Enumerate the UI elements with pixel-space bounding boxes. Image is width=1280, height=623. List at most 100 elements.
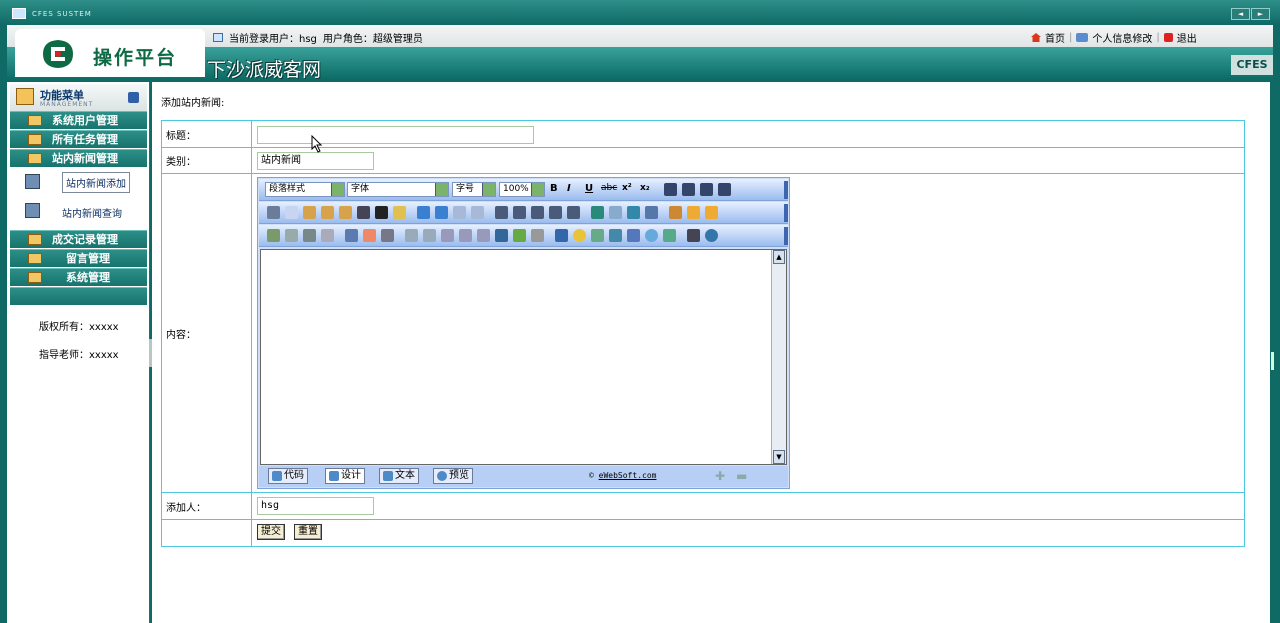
title-input[interactable] — [257, 126, 534, 144]
time-icon[interactable] — [645, 229, 658, 242]
link-icon[interactable] — [477, 229, 490, 242]
import-word-icon[interactable] — [663, 229, 676, 242]
ordered-list-icon[interactable] — [495, 206, 508, 219]
select-all-icon[interactable] — [453, 206, 466, 219]
editor-toolbar-2 — [259, 202, 788, 224]
hr-icon[interactable] — [441, 229, 454, 242]
underline-button[interactable]: U — [585, 183, 598, 196]
flash-icon[interactable] — [285, 229, 298, 242]
layer-icon[interactable] — [705, 206, 718, 219]
font-color-icon[interactable] — [627, 206, 640, 219]
indent-icon[interactable] — [531, 206, 544, 219]
special-char-icon[interactable] — [555, 229, 568, 242]
paragraph-style-select[interactable]: 段落样式 — [265, 182, 345, 197]
editor-scrollbar[interactable]: ▲ ▼ — [771, 250, 786, 464]
date-icon[interactable] — [627, 229, 640, 242]
reset-button[interactable]: 重置 — [294, 524, 322, 540]
profile-link[interactable]: 个人信息修改 — [1092, 30, 1152, 45]
unlink-icon[interactable] — [531, 229, 544, 242]
font-select[interactable]: 字体 — [347, 182, 449, 197]
about-icon[interactable] — [705, 229, 718, 242]
category-input[interactable]: 站内新闻 — [257, 152, 374, 170]
align-left-icon[interactable] — [664, 183, 677, 196]
attachment-icon[interactable] — [321, 229, 334, 242]
edit-profile-icon — [1076, 33, 1089, 42]
bg-color-icon[interactable] — [609, 206, 622, 219]
italic-button[interactable]: I — [567, 183, 580, 196]
zoom-select[interactable]: 100% — [499, 182, 545, 197]
style-icon[interactable] — [687, 206, 700, 219]
credit-link[interactable]: eWebSoft.com — [599, 471, 657, 480]
menu-transactions[interactable]: 成交记录管理 — [10, 230, 147, 248]
outdent-icon[interactable] — [549, 206, 562, 219]
menu-messages[interactable]: 留言管理 — [10, 249, 147, 267]
chevron-down-icon — [435, 183, 448, 196]
table-menu-icon[interactable] — [363, 229, 376, 242]
author-input[interactable]: hsg — [257, 497, 374, 515]
table-icon[interactable] — [345, 229, 358, 242]
scroll-down-icon[interactable]: ▼ — [773, 450, 785, 464]
fullscreen-icon[interactable] — [687, 229, 700, 242]
paste-text-icon[interactable] — [321, 206, 334, 219]
submit-button[interactable]: 提交 — [257, 524, 285, 540]
delete-icon[interactable] — [375, 206, 388, 219]
zoom-out-icon[interactable]: ▬ — [736, 469, 747, 483]
undo-icon[interactable] — [417, 206, 430, 219]
excel-icon[interactable] — [591, 229, 604, 242]
grid-icon[interactable] — [381, 229, 394, 242]
text-icon — [383, 471, 393, 481]
editor-toolbar-3 — [259, 225, 788, 247]
tab-code[interactable]: 代码 — [268, 468, 308, 484]
logout-link[interactable]: 退出 — [1177, 30, 1197, 45]
image-icon[interactable] — [267, 229, 280, 242]
menu-site-news[interactable]: 站内新闻管理 — [10, 149, 147, 167]
text-color-icon[interactable] — [591, 206, 604, 219]
align-center-icon[interactable] — [682, 183, 695, 196]
font-size-select[interactable]: 字号 — [452, 182, 496, 197]
justify-icon[interactable] — [718, 183, 731, 196]
paragraph-icon[interactable] — [567, 206, 580, 219]
home-link[interactable]: 首页 — [1045, 30, 1065, 45]
find-icon[interactable] — [357, 206, 370, 219]
tab-preview[interactable]: 预览 — [433, 468, 473, 484]
scroll-up-icon[interactable]: ▲ — [773, 250, 785, 264]
nav-next-button[interactable]: ► — [1251, 8, 1270, 20]
menu-system-users[interactable]: 系统用户管理 — [10, 111, 147, 129]
zoom-in-icon[interactable]: ✚ — [715, 469, 725, 483]
home-icon — [1031, 33, 1041, 42]
template-icon[interactable] — [669, 206, 682, 219]
art-text-icon[interactable] — [609, 229, 622, 242]
unselect-icon[interactable] — [471, 206, 484, 219]
strikethrough-button[interactable]: abc — [601, 183, 619, 196]
copy-icon[interactable] — [285, 206, 298, 219]
map-icon[interactable] — [513, 229, 526, 242]
menu-system[interactable]: 系统管理 — [10, 268, 147, 286]
anchor-icon[interactable] — [495, 229, 508, 242]
submenu-query-news[interactable]: 站内新闻查询 — [10, 197, 147, 231]
sidebar-subtitle: MANAGEMENT — [40, 101, 94, 108]
design-icon — [329, 471, 339, 481]
nav-prev-button[interactable]: ◄ — [1231, 8, 1250, 20]
iframe-icon[interactable] — [423, 229, 436, 242]
unordered-list-icon[interactable] — [513, 206, 526, 219]
align-right-icon[interactable] — [700, 183, 713, 196]
bold-button[interactable]: B — [550, 183, 563, 196]
superscript-button[interactable]: x² — [622, 183, 635, 196]
menu-all-tasks[interactable]: 所有任务管理 — [10, 130, 147, 148]
marquee-icon[interactable] — [459, 229, 472, 242]
clean-format-icon[interactable] — [393, 206, 406, 219]
tab-text[interactable]: 文本 — [379, 468, 419, 484]
emoticon-icon[interactable] — [573, 229, 586, 242]
break-icon[interactable] — [645, 206, 658, 219]
redo-icon[interactable] — [435, 206, 448, 219]
collapse-icon[interactable] — [128, 92, 139, 103]
subscript-button[interactable]: x₂ — [640, 183, 653, 196]
fieldset-icon[interactable] — [405, 229, 418, 242]
media-icon[interactable] — [303, 229, 316, 242]
tab-design[interactable]: 设计 — [325, 468, 365, 484]
paste-icon[interactable] — [303, 206, 316, 219]
splitter-handle-right[interactable] — [1271, 352, 1274, 370]
editor-content-area[interactable]: ▲ ▼ — [260, 249, 787, 465]
paste-word-icon[interactable] — [339, 206, 352, 219]
cut-icon[interactable] — [267, 206, 280, 219]
